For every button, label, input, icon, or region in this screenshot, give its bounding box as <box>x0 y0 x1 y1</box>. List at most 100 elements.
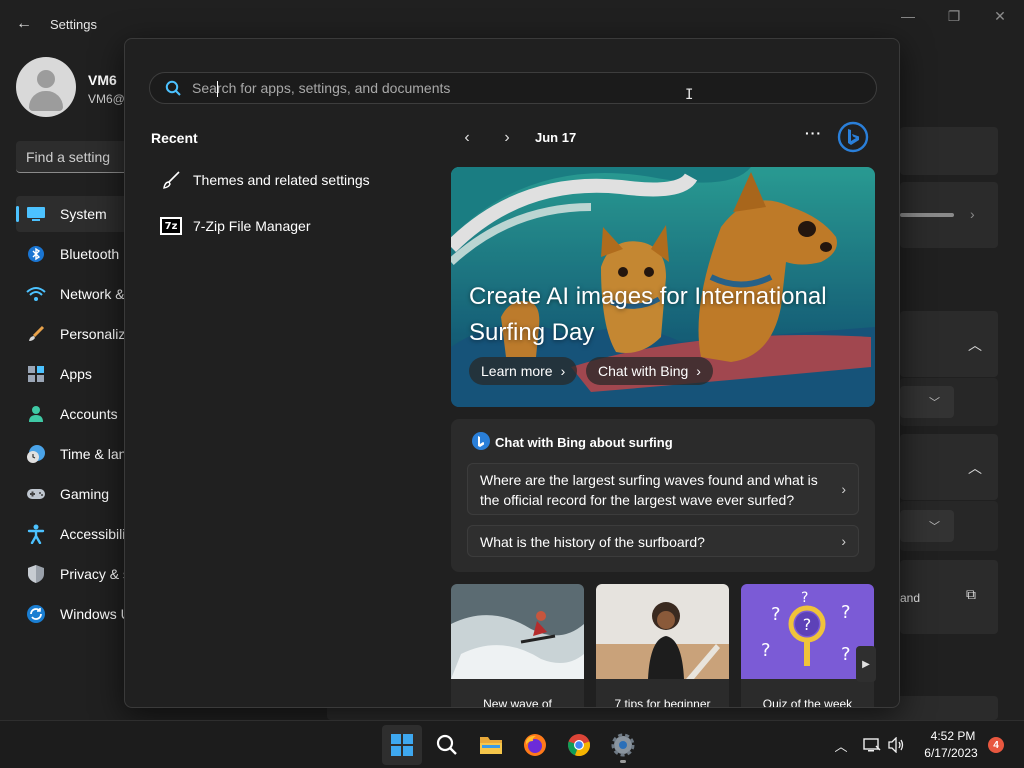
learn-more-button[interactable]: Learn more › <box>469 357 578 385</box>
privacy-icon <box>26 564 46 584</box>
sidebar-item-label: Gaming <box>60 486 110 502</box>
window-title: Settings <box>50 17 97 32</box>
sidebar-item-privacy[interactable]: Privacy & s <box>16 556 128 592</box>
running-indicator <box>620 760 626 763</box>
sidebar-item-bluetooth[interactable]: Bluetooth <box>16 236 128 272</box>
settings-card-slider[interactable]: › <box>900 182 998 248</box>
volume-icon[interactable] <box>886 735 906 755</box>
back-arrow-icon: ← <box>16 15 32 32</box>
recent-item-label: 7-Zip File Manager <box>193 218 311 234</box>
sidebar-item-label: Personaliz <box>60 326 126 342</box>
sidebar-item-gaming[interactable]: Gaming <box>16 476 128 512</box>
recent-item-7zip[interactable]: 7z 7-Zip File Manager <box>149 208 419 244</box>
firefox-button[interactable] <box>515 725 555 765</box>
sidebar-item-time-language[interactable]: Time & lan <box>16 436 128 472</box>
close-button[interactable]: ✕ <box>986 8 1014 28</box>
time-language-icon <box>26 444 46 464</box>
chat-question[interactable]: What is the history of the surfboard? › <box>467 525 859 557</box>
news-card[interactable]: New wave of <box>451 584 584 707</box>
sidebar-item-label: Privacy & s <box>60 566 128 582</box>
chevron-up-icon: ︿ <box>968 460 982 476</box>
slider-track[interactable] <box>900 213 954 217</box>
search-button[interactable] <box>427 725 467 765</box>
clock-date[interactable]: 6/17/2023 <box>916 746 986 760</box>
news-thumbnail <box>451 584 584 679</box>
notification-badge[interactable]: 4 <box>988 737 1004 753</box>
card-text: and <box>900 591 921 605</box>
play-arrow-icon: ▶ <box>862 658 870 670</box>
hero-title: Create AI images for International Surfi… <box>469 283 827 346</box>
news-thumbnail <box>596 584 729 679</box>
settings-card-expander[interactable]: ︿ <box>900 434 998 500</box>
news-thumbnail: ? ? ? ? ? ? <box>741 584 874 679</box>
news-next-button[interactable]: ▶ <box>856 646 876 682</box>
feed-next-button[interactable]: › <box>495 126 519 150</box>
system-icon <box>26 204 46 224</box>
settings-card[interactable] <box>900 127 998 175</box>
sidebar-item-label: Accounts <box>60 406 118 422</box>
settings-app-button[interactable] <box>603 725 643 765</box>
find-setting-input[interactable]: Find a setting <box>16 141 128 173</box>
start-menu: I Recent Themes and related settings 7z … <box>124 38 900 708</box>
sidebar-item-apps[interactable]: Apps <box>16 356 128 392</box>
chevron-right-icon: › <box>841 481 846 497</box>
external-link-icon: ⧉ <box>966 586 976 602</box>
chevron-right-icon: › <box>504 129 510 146</box>
chat-question-text: What is the history of the surfboard? <box>480 534 705 550</box>
windows-update-icon <box>26 604 46 624</box>
user-name: VM6 <box>88 72 117 88</box>
sidebar-item-windows-update[interactable]: Windows U <box>16 596 128 632</box>
feed-date: Jun 17 <box>535 130 577 145</box>
svg-text:?: ? <box>841 644 851 665</box>
sidebar-item-accounts[interactable]: Accounts <box>16 396 128 432</box>
chevron-right-icon: › <box>970 206 975 222</box>
hero-card[interactable]: Create AI images for International Surfi… <box>451 167 875 407</box>
avatar[interactable] <box>16 57 76 117</box>
windows-logo-icon <box>391 734 413 756</box>
news-title: 7 tips for beginner <box>614 697 711 708</box>
settings-card-expander[interactable]: ︿ <box>900 311 998 377</box>
chat-question-text: Where are the largest surfing waves foun… <box>480 472 818 508</box>
recent-item-themes[interactable]: Themes and related settings <box>149 162 419 198</box>
gear-icon <box>611 733 635 757</box>
minimize-button[interactable]: — <box>894 8 922 28</box>
chrome-button[interactable] <box>559 725 599 765</box>
bluetooth-icon <box>26 244 46 264</box>
svg-text:?: ? <box>803 615 812 634</box>
sidebar-item-system[interactable]: System <box>16 196 128 232</box>
dropdown[interactable]: ﹀ <box>900 386 954 418</box>
gaming-icon <box>26 484 46 504</box>
chrome-icon <box>568 734 590 757</box>
clock-time[interactable]: 4:52 PM <box>920 729 986 743</box>
start-search-box[interactable] <box>149 72 877 104</box>
chevron-left-icon: ‹ <box>464 129 470 146</box>
dropdown[interactable]: ﹀ <box>900 510 954 542</box>
news-card[interactable]: ? ? ? ? ? ? Quiz of the week <box>741 584 874 707</box>
chat-with-bing-card: Chat with Bing about surfing Where are t… <box>451 419 875 572</box>
accessibility-icon <box>26 524 46 544</box>
sidebar-item-network[interactable]: Network & <box>16 276 128 312</box>
file-explorer-button[interactable] <box>471 725 511 765</box>
settings-card-link[interactable]: and ⧉ <box>900 560 998 634</box>
recent-item-label: Themes and related settings <box>193 172 370 188</box>
chat-with-bing-button[interactable]: Chat with Bing › <box>586 357 713 385</box>
bing-logo-icon[interactable] <box>837 121 869 153</box>
sidebar-item-accessibility[interactable]: Accessibilit <box>16 516 128 552</box>
feed-prev-button[interactable]: ‹ <box>455 126 479 150</box>
more-options-button[interactable]: ··· <box>805 125 822 141</box>
maximize-button[interactable]: ❐ <box>940 8 968 28</box>
firefox-icon <box>524 734 546 756</box>
sidebar-item-personalization[interactable]: Personaliz <box>16 316 128 352</box>
show-hidden-icons-button[interactable]: ︿ <box>831 735 851 755</box>
user-email: VM6@ <box>88 92 125 106</box>
taskbar: ︿ 4:52 PM 6/17/2023 4 <box>0 720 1024 768</box>
network-status-icon[interactable] <box>862 735 882 755</box>
start-button[interactable] <box>382 725 422 765</box>
search-input[interactable] <box>192 74 876 102</box>
news-card[interactable]: 7 tips for beginner <box>596 584 729 708</box>
folder-icon <box>480 737 502 754</box>
chat-question[interactable]: Where are the largest surfing waves foun… <box>467 463 859 515</box>
back-button[interactable]: ← <box>12 12 36 36</box>
chat-card-title: Chat with Bing about surfing <box>495 435 673 450</box>
paintbrush-icon <box>159 168 183 192</box>
